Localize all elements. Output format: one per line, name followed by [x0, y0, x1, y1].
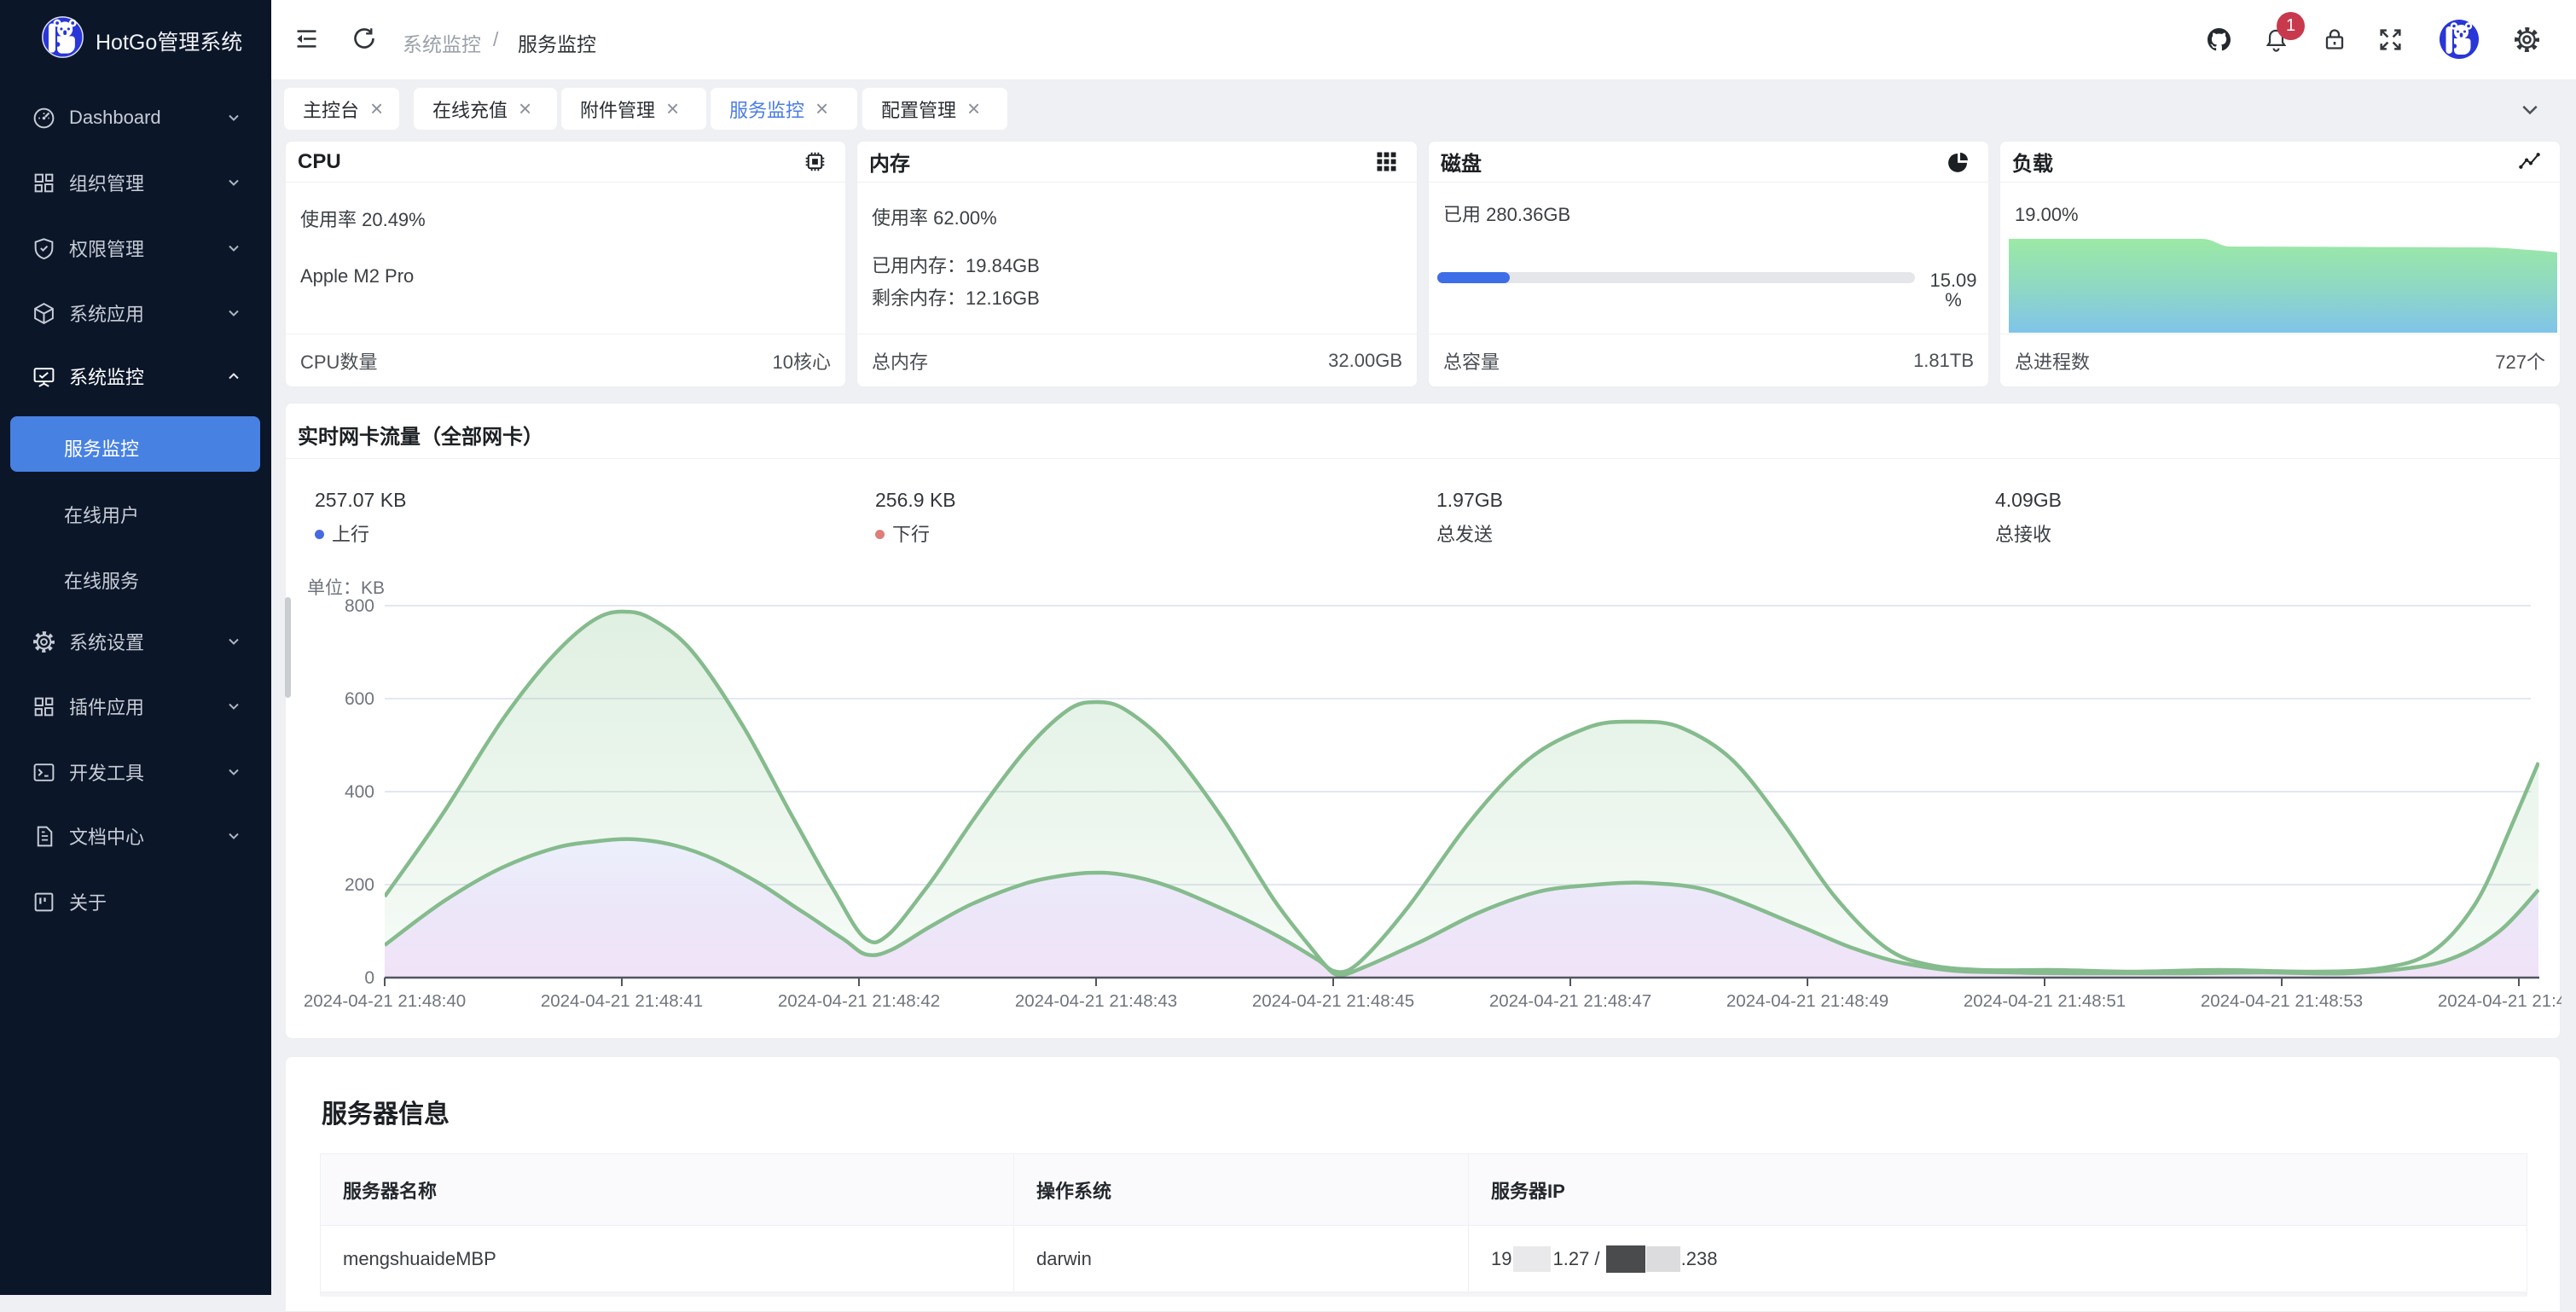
svg-text:单位：KB: 单位：KB [307, 578, 385, 598]
svg-text:2024-04-21 21:48:41: 2024-04-21 21:48:41 [541, 991, 703, 1011]
svg-text:2024-04-21 21:48:53: 2024-04-21 21:48:53 [2201, 991, 2363, 1011]
svg-text:2024-04-21 21:48:49: 2024-04-21 21:48:49 [1726, 991, 1888, 1011]
svg-text:2024-04-21 21:48:43: 2024-04-21 21:48:43 [1015, 991, 1177, 1011]
svg-text:2024-04-21 21:48:40: 2024-04-21 21:48:40 [304, 991, 466, 1011]
svg-text:0: 0 [364, 968, 374, 988]
svg-text:200: 200 [345, 875, 374, 895]
svg-text:2024-04-21 21:48:51: 2024-04-21 21:48:51 [1964, 991, 2126, 1011]
svg-text:800: 800 [345, 596, 374, 616]
svg-text:2024-04-21 21:48:55: 2024-04-21 21:48:55 [2438, 991, 2561, 1011]
svg-text:2024-04-21 21:48:47: 2024-04-21 21:48:47 [1489, 991, 1651, 1011]
svg-text:600: 600 [345, 689, 374, 709]
svg-text:400: 400 [345, 782, 374, 802]
svg-text:2024-04-21 21:48:42: 2024-04-21 21:48:42 [778, 991, 940, 1011]
svg-text:2024-04-21 21:48:45: 2024-04-21 21:48:45 [1252, 991, 1414, 1011]
